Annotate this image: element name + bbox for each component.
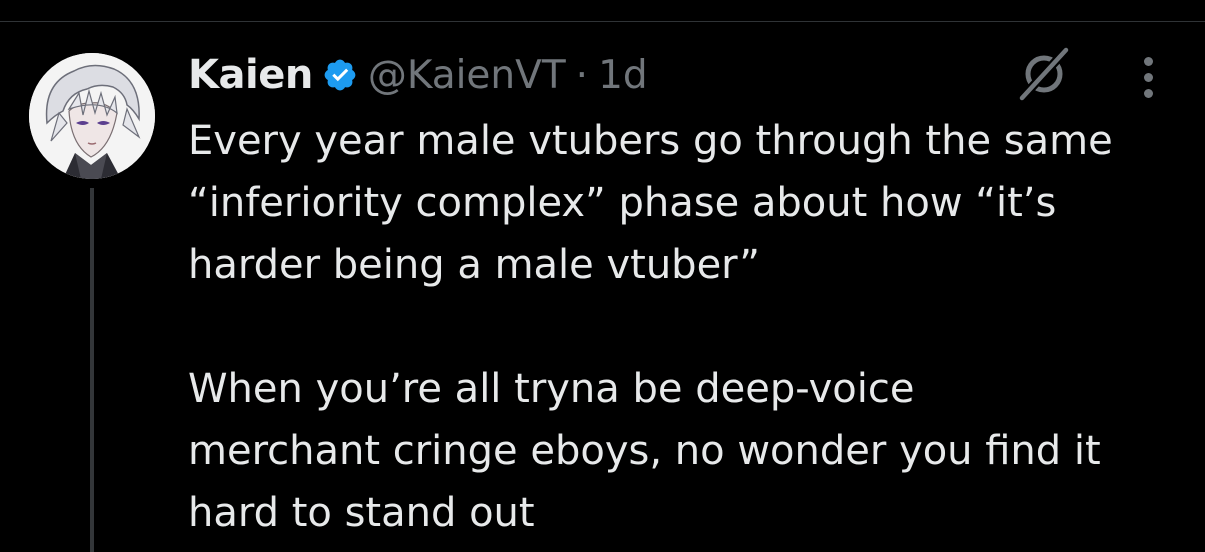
more-dot: [1143, 88, 1153, 98]
more-dot: [1143, 56, 1153, 66]
display-name[interactable]: Kaien: [188, 52, 313, 98]
tweet-paragraph: When you’re all tryna be deep-voice merc…: [188, 366, 1101, 536]
timestamp[interactable]: 1d: [598, 53, 648, 98]
tweet-text: Every year male vtubers go through the s…: [188, 110, 1188, 544]
tweet-paragraph: Every year male vtubers go through the s…: [188, 118, 1113, 288]
grok-icon[interactable]: [1012, 46, 1076, 102]
separator-dot: ·: [575, 52, 589, 98]
thread-line: [90, 188, 94, 552]
more-options-icon[interactable]: [1130, 52, 1166, 102]
top-divider: [0, 21, 1205, 22]
user-handle[interactable]: @KaienVT: [368, 53, 566, 98]
verified-badge-icon[interactable]: [322, 57, 358, 93]
avatar[interactable]: [29, 53, 155, 179]
more-dot: [1143, 72, 1153, 82]
tweet-header: Kaien @KaienVT · 1d: [188, 50, 648, 100]
